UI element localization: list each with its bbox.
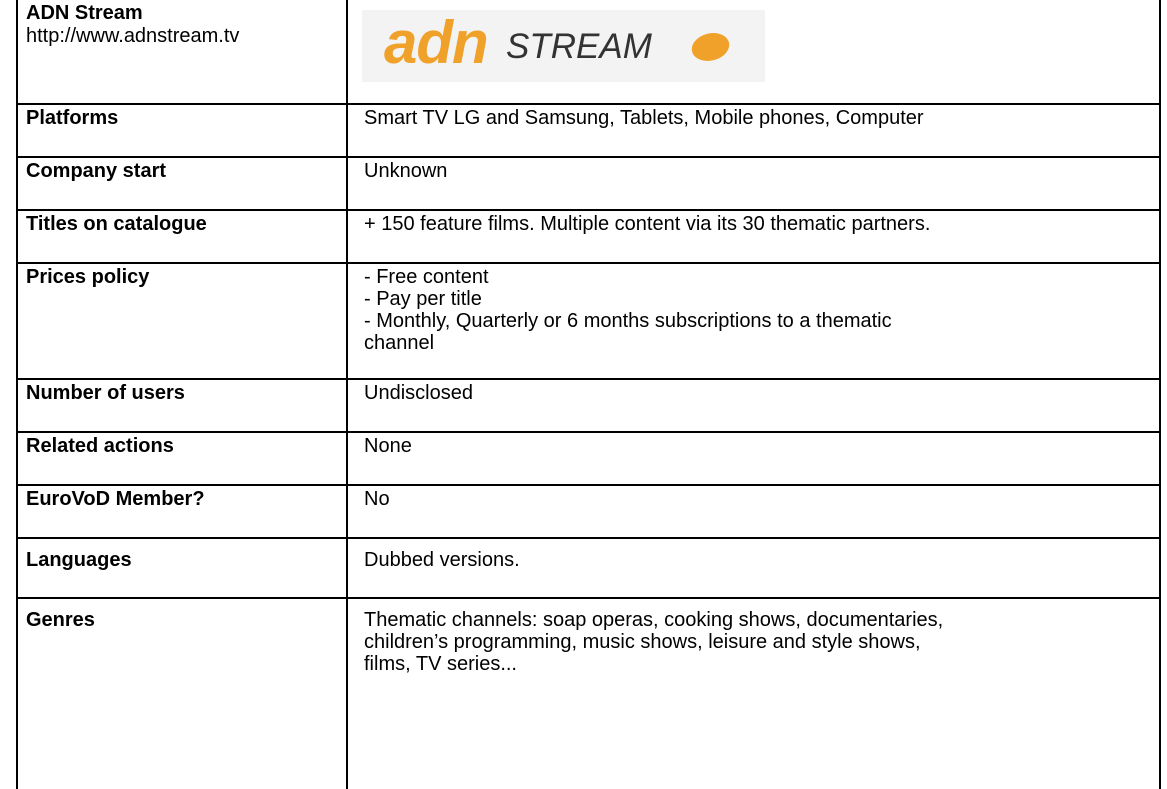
row-value: None [348,433,1159,484]
row-value: + 150 feature films. Multiple content vi… [348,211,1159,262]
logo-cell: adn STREAM [348,0,1159,103]
header-row: ADN Stream http://www.adnstream.tv adn S… [18,0,1159,105]
table-row-users: Number of users Undisclosed [18,380,1159,433]
value-line: Unknown [364,160,448,182]
value-line: films, TV series... [364,653,517,675]
table-row-titles: Titles on catalogue + 150 feature films.… [18,211,1159,264]
row-label: Related actions [18,433,348,484]
logo-text-stream: STREAM [506,27,652,66]
row-value: Undisclosed [348,380,1159,431]
table-row-prices: Prices policy - Free content - Pay per t… [18,264,1159,380]
row-value: Thematic channels: soap operas, cooking … [348,599,1159,789]
table-row-genres: Genres Thematic channels: soap operas, c… [18,599,1159,789]
value-line: Thematic channels: soap operas, cooking … [364,609,944,631]
value-line: Dubbed versions. [364,549,520,571]
table-row-eurovod: EuroVoD Member? No [18,486,1159,539]
row-label: Prices policy [18,264,348,378]
service-url: http://www.adnstream.tv [26,25,240,47]
value-line: channel [364,332,435,354]
row-value: Dubbed versions. [348,539,1159,597]
table-row-platforms: Platforms Smart TV LG and Samsung, Table… [18,105,1159,158]
row-label: EuroVoD Member? [18,486,348,537]
row-label: Languages [18,539,348,597]
table-row-related-actions: Related actions None [18,433,1159,486]
row-label: Titles on catalogue [18,211,348,262]
row-label: Genres [18,599,348,789]
value-line: - Pay per title [364,288,482,310]
value-line: No [364,488,390,510]
value-line: + 150 feature films. Multiple content vi… [364,213,931,235]
value-line: children’s programming, music shows, lei… [364,631,921,653]
adnstream-logo: adn STREAM [362,10,765,82]
logo-dot-icon [689,33,732,61]
table-row-company-start: Company start Unknown [18,158,1159,211]
row-label: Number of users [18,380,348,431]
service-name: ADN Stream [26,2,143,24]
value-line: - Free content [364,266,489,288]
row-value: Smart TV LG and Samsung, Tablets, Mobile… [348,105,1159,156]
logo-text-adn: adn [384,9,489,76]
value-line: None [364,435,412,457]
row-value: No [348,486,1159,537]
row-label: Platforms [18,105,348,156]
row-label: Company start [18,158,348,209]
value-line: - Monthly, Quarterly or 6 months subscri… [364,310,892,332]
row-value: - Free content - Pay per title - Monthly… [348,264,1159,378]
info-table: ADN Stream http://www.adnstream.tv adn S… [16,0,1161,789]
header-cell: ADN Stream http://www.adnstream.tv [18,0,348,103]
table-row-languages: Languages Dubbed versions. [18,539,1159,599]
value-line: Smart TV LG and Samsung, Tablets, Mobile… [364,107,924,129]
row-value: Unknown [348,158,1159,209]
value-line: Undisclosed [364,382,473,404]
